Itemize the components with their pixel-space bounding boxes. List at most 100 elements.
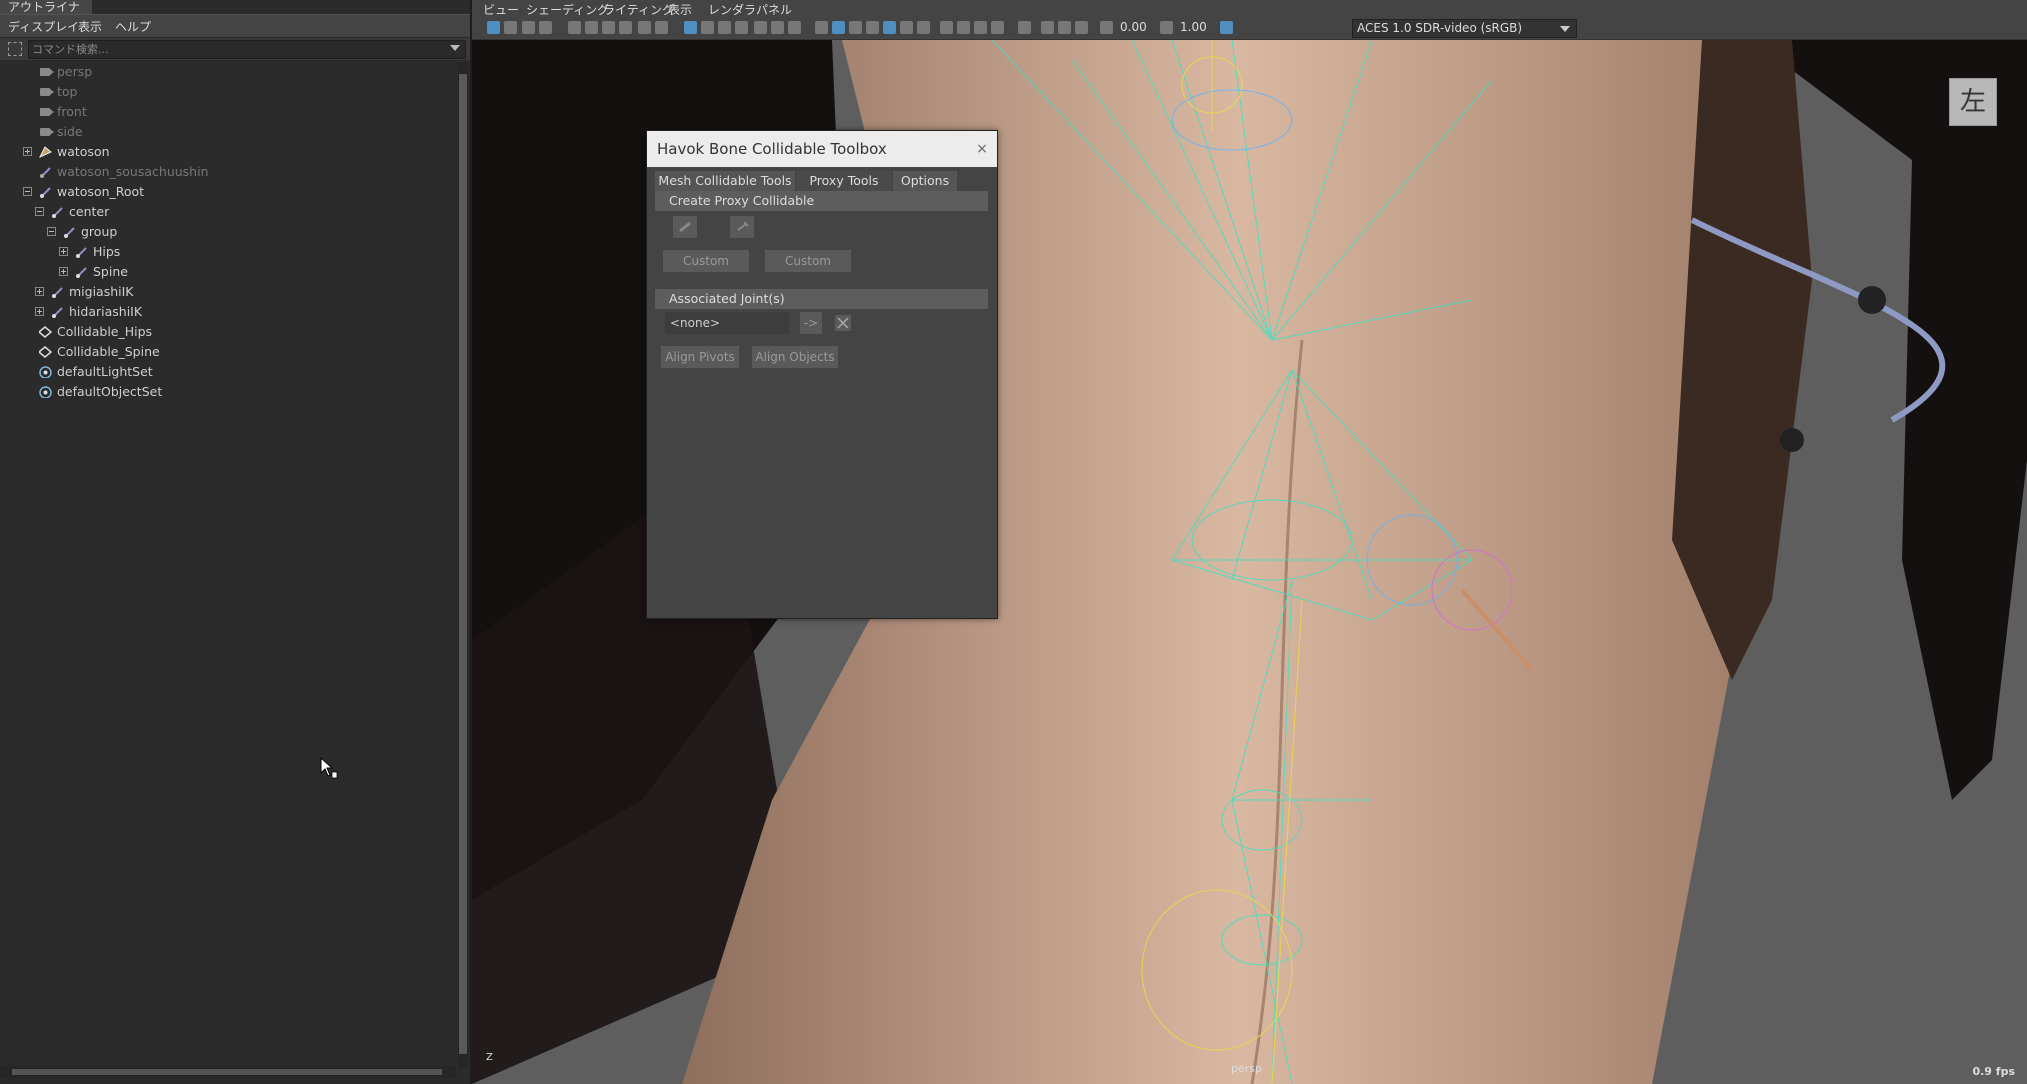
collapse-icon[interactable]	[35, 207, 44, 216]
wireframe-on-shaded-icon[interactable]	[866, 21, 879, 34]
tree-item-migiashiik[interactable]: migiashiIK	[0, 282, 455, 302]
bookmark-icon[interactable]	[522, 21, 535, 34]
tree-item-default-object-set[interactable]: defaultObjectSet	[0, 382, 455, 402]
anti-aliasing-icon[interactable]	[974, 21, 987, 34]
menu-show[interactable]: 表示	[668, 1, 692, 18]
xray-joints-icon[interactable]	[1041, 21, 1054, 34]
expand-icon[interactable]	[35, 307, 44, 316]
exposure-field[interactable]: 0.00	[1120, 20, 1147, 34]
outliner-tab[interactable]: アウトライナ	[0, 0, 92, 14]
color-management-icon[interactable]	[1220, 21, 1233, 34]
set-icon	[39, 386, 52, 398]
resolution-icon[interactable]	[718, 21, 731, 34]
collapse-icon[interactable]	[47, 227, 56, 236]
joint-field[interactable]: <none>	[665, 312, 789, 334]
bookmark-add-icon[interactable]	[602, 21, 615, 34]
align-pivots-button[interactable]: Align Pivots	[661, 346, 739, 368]
view-cube[interactable]: 左	[1949, 78, 1997, 126]
color-space-dropdown[interactable]: ACES 1.0 SDR-video (sRGB)	[1352, 19, 1577, 38]
dialog-title-bar[interactable]: Havok Bone Collidable Toolbox ×	[647, 131, 997, 167]
tree-item-persp[interactable]: persp	[0, 62, 455, 82]
assign-joint-button[interactable]: ->	[800, 312, 822, 334]
film-gate-toggle-icon[interactable]	[701, 21, 714, 34]
motion-blur-icon[interactable]	[957, 21, 970, 34]
tree-item-label: front	[57, 104, 87, 119]
box-tool-icon[interactable]	[730, 216, 754, 238]
section-associated-joints[interactable]: Associated Joint(s)	[655, 289, 988, 309]
camera-attributes-icon[interactable]	[504, 21, 517, 34]
tree-item-watoson[interactable]: watoson	[0, 142, 455, 162]
outliner-horizontal-scrollbar[interactable]	[0, 1066, 456, 1078]
shadows-icon[interactable]	[917, 21, 930, 34]
safe-action-icon[interactable]	[771, 21, 784, 34]
film-gate-icon[interactable]	[638, 21, 651, 34]
gate-mask-icon[interactable]	[735, 21, 748, 34]
tree-item-watoson-sousachuushin[interactable]: watoson_sousachuushin	[0, 162, 455, 182]
gamma-icon[interactable]	[1160, 21, 1173, 34]
tree-item-collidable-spine[interactable]: Collidable_Spine	[0, 342, 455, 362]
close-icon[interactable]: ×	[973, 140, 991, 158]
capsule-tool-icon[interactable]	[673, 216, 697, 238]
default-material-icon[interactable]	[849, 21, 862, 34]
menu-display[interactable]: ディスプレイ	[8, 18, 79, 35]
grid-icon[interactable]	[684, 21, 697, 34]
tab-proxy-tools[interactable]: Proxy Tools	[797, 171, 891, 192]
backface-culling-icon[interactable]	[1075, 21, 1088, 34]
tree-item-hips[interactable]: Hips	[0, 242, 455, 262]
lights-icon[interactable]	[900, 21, 913, 34]
select-camera-icon[interactable]	[487, 21, 500, 34]
align-objects-button[interactable]: Align Objects	[752, 346, 838, 368]
tree-item-collidable-hips[interactable]: Collidable_Hips	[0, 322, 455, 342]
depth-of-field-icon[interactable]	[991, 21, 1004, 34]
menu-help[interactable]: ヘルプ	[115, 18, 151, 35]
tree-item-top[interactable]: top	[0, 82, 455, 102]
clear-joint-icon[interactable]	[835, 315, 851, 331]
wireframe-icon[interactable]	[815, 21, 828, 34]
gamma-field[interactable]: 1.00	[1180, 20, 1207, 34]
search-dropdown-icon[interactable]	[450, 45, 460, 51]
custom-button-2[interactable]: Custom	[765, 250, 851, 272]
xray-icon[interactable]	[883, 21, 896, 34]
isolate-select-icon[interactable]	[1018, 21, 1031, 34]
expand-icon[interactable]	[59, 247, 68, 256]
menu-panels[interactable]: パネル	[756, 1, 792, 18]
exposure-icon[interactable]	[1100, 21, 1113, 34]
menu-shading[interactable]: シェーディング	[526, 1, 609, 18]
tree-item-center[interactable]: center	[0, 202, 455, 222]
outliner-vertical-scrollbar[interactable]	[458, 62, 468, 1068]
filter-icon[interactable]	[8, 42, 22, 56]
field-chart-icon[interactable]	[754, 21, 767, 34]
collapse-icon[interactable]	[23, 187, 32, 196]
ambient-occlusion-icon[interactable]	[940, 21, 953, 34]
tree-item-side[interactable]: side	[0, 122, 455, 142]
safe-title-icon[interactable]	[788, 21, 801, 34]
tree-item-hidariashiik[interactable]: hidariashiIK	[0, 302, 455, 322]
scrollbar-thumb[interactable]	[459, 74, 467, 1054]
scrollbar-thumb[interactable]	[12, 1069, 442, 1075]
tree-item-default-light-set[interactable]: defaultLightSet	[0, 362, 455, 382]
tree-item-group[interactable]: group	[0, 222, 455, 242]
expand-icon[interactable]	[35, 287, 44, 296]
resolution-gate-icon[interactable]	[655, 21, 668, 34]
fps-readout: 0.9 fps	[1972, 1065, 2015, 1078]
menu-view[interactable]: ビュー	[483, 1, 519, 18]
image-plane-icon[interactable]	[539, 21, 552, 34]
section-create-proxy-collidable[interactable]: Create Proxy Collidable	[655, 191, 988, 211]
grease-pencil-icon[interactable]	[585, 21, 598, 34]
tree-item-watoson-root[interactable]: watoson_Root	[0, 182, 455, 202]
tree-item-front[interactable]: front	[0, 102, 455, 122]
xray-active-icon[interactable]	[1058, 21, 1071, 34]
custom-button-1[interactable]: Custom	[663, 250, 749, 272]
lock-camera-icon[interactable]	[619, 21, 632, 34]
expand-icon[interactable]	[23, 147, 32, 156]
search-placeholder: コマンド検索...	[32, 43, 109, 56]
menu-renderer[interactable]: レンダラ	[708, 1, 756, 18]
tree-item-spine[interactable]: Spine	[0, 262, 455, 282]
tab-options[interactable]: Options	[893, 171, 957, 191]
smooth-shade-icon[interactable]	[832, 21, 845, 34]
expand-icon[interactable]	[59, 267, 68, 276]
menu-show[interactable]: 表示	[78, 18, 102, 35]
tab-mesh-collidable-tools[interactable]: Mesh Collidable Tools	[655, 171, 795, 191]
camera-icon[interactable]	[568, 21, 581, 34]
menu-lighting[interactable]: ライティング	[603, 1, 674, 18]
